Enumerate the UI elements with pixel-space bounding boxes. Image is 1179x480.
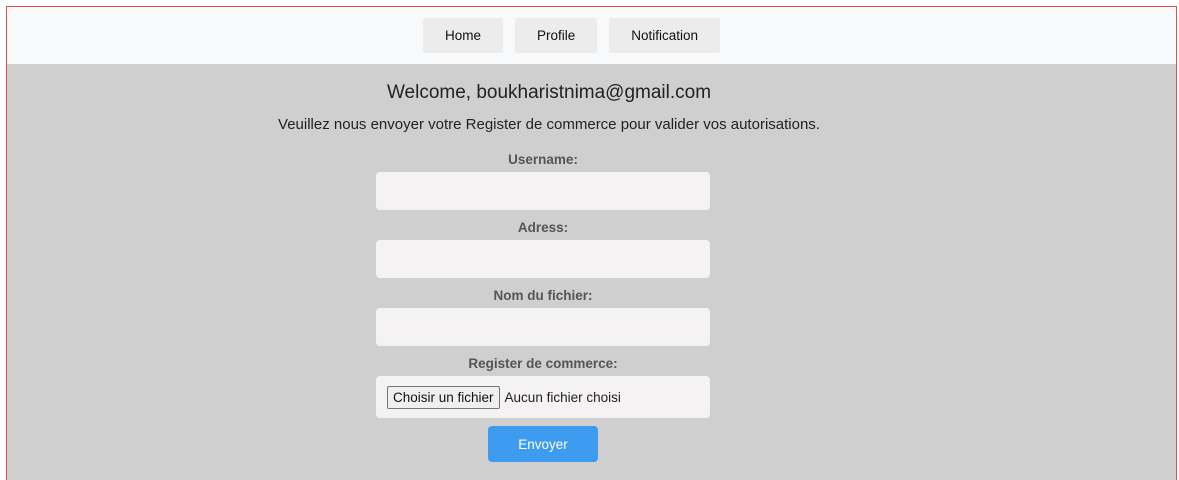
filename-label: Nom du fichier: [493, 288, 593, 303]
submit-button[interactable]: Envoyer [488, 426, 598, 462]
app-frame: Home Profile Notification Welcome, boukh… [6, 6, 1177, 480]
register-label: Register de commerce: [468, 356, 618, 371]
address-label: Adress: [517, 220, 569, 235]
instructions-text: Veuillez nous envoyer votre Register de … [278, 116, 820, 133]
file-status-text: Aucun fichier choisi [504, 389, 621, 405]
nav-notification-button[interactable]: Notification [609, 18, 721, 53]
username-input[interactable] [376, 172, 710, 210]
register-form: Username: Adress: Nom du fichier: Regist… [376, 144, 710, 462]
choose-file-button[interactable]: Choisir un fichier [387, 385, 500, 409]
nav-home-button[interactable]: Home [422, 18, 503, 53]
username-label: Username: [508, 152, 578, 167]
welcome-heading: Welcome, boukharistnima@gmail.com [386, 82, 712, 103]
filename-input[interactable] [376, 308, 710, 346]
nav-profile-button[interactable]: Profile [514, 18, 598, 53]
top-navbar: Home Profile Notification [7, 7, 1176, 64]
file-picker: Choisir un fichier Aucun fichier choisi [376, 376, 710, 418]
address-input[interactable] [376, 240, 710, 278]
